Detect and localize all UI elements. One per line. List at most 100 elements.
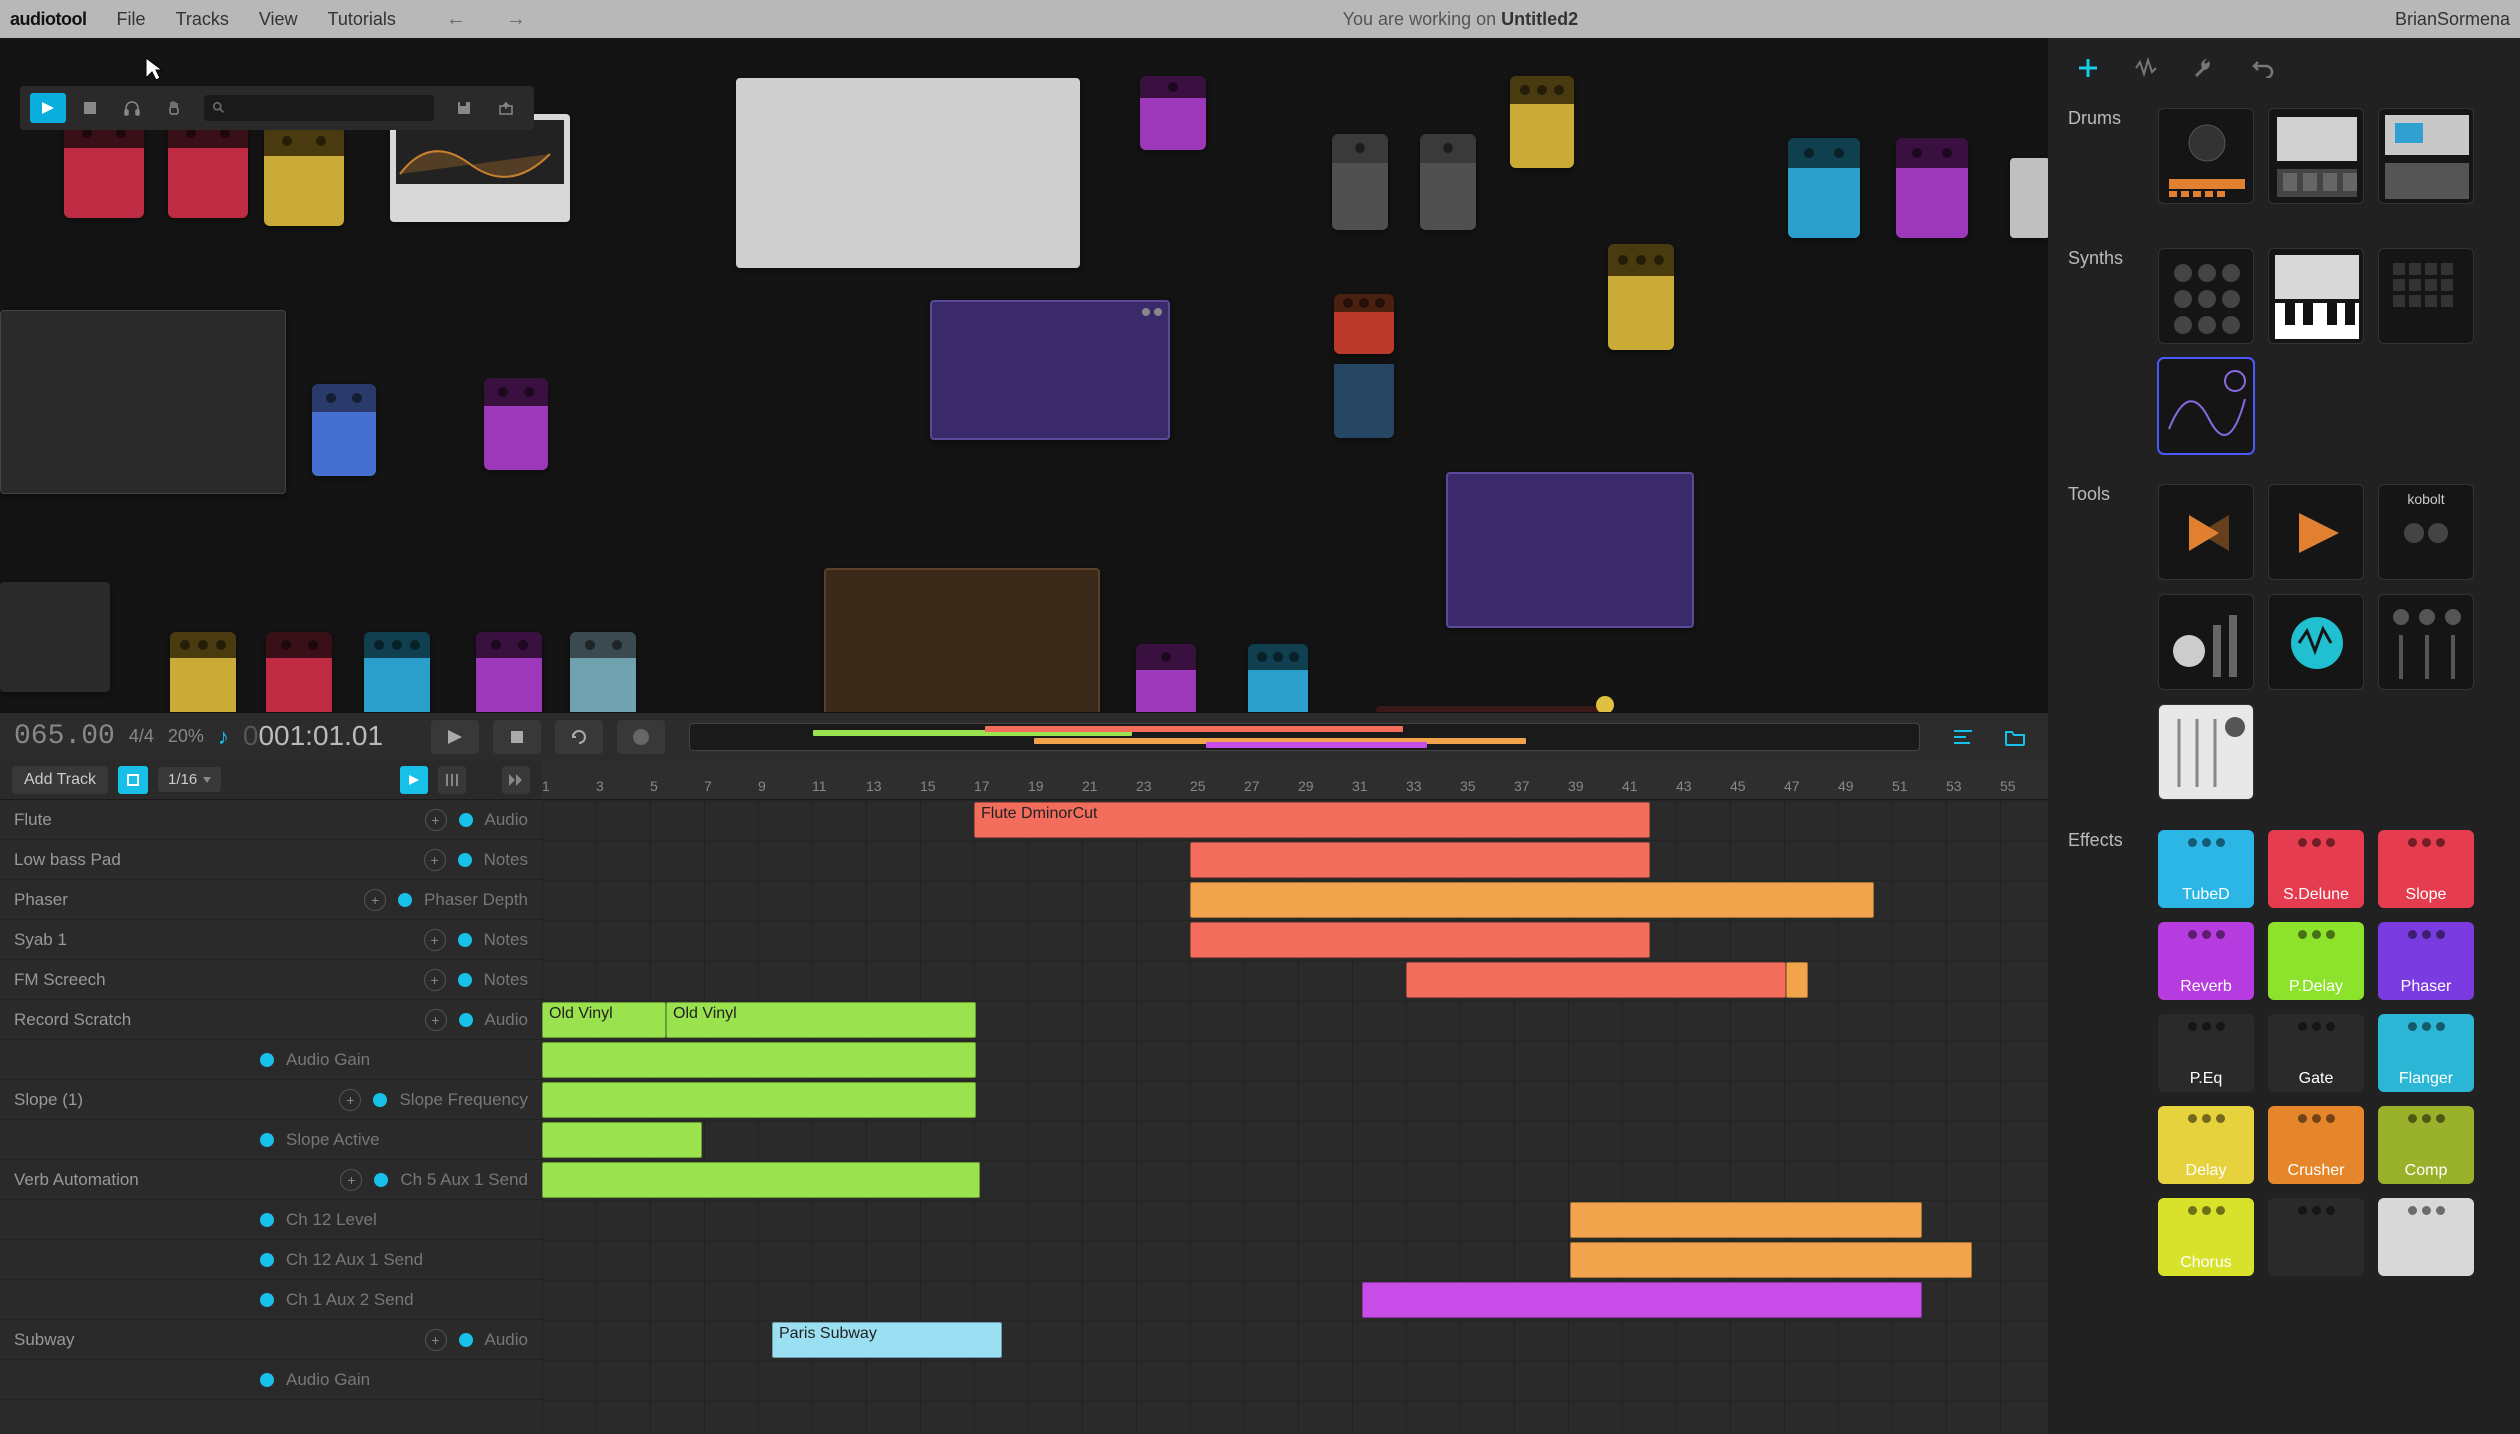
timeline-grid[interactable]: 1357911131517192123252729313335373941434…: [542, 760, 2048, 1434]
partial-device[interactable]: [0, 582, 110, 692]
add-automation-icon[interactable]: +: [424, 929, 446, 951]
track-play-icon[interactable]: [400, 766, 428, 794]
timeline-clip[interactable]: [542, 1162, 980, 1198]
timeline-clip[interactable]: [1190, 882, 1874, 918]
synth-thumb[interactable]: [2158, 248, 2254, 344]
timeline-clip[interactable]: [542, 1082, 976, 1118]
pedal-device[interactable]: [1788, 138, 1860, 238]
add-automation-icon[interactable]: +: [364, 889, 386, 911]
effect-pedal-thumb[interactable]: TubeD: [2158, 830, 2254, 908]
track-enable-dot[interactable]: [459, 1333, 473, 1347]
hand-tool-icon[interactable]: [156, 93, 192, 123]
track-param-label[interactable]: Audio: [485, 1010, 528, 1030]
track-param-label[interactable]: Slope Frequency: [399, 1090, 528, 1110]
track-enable-dot[interactable]: [260, 1133, 274, 1147]
track-param-label[interactable]: Audio Gain: [286, 1370, 370, 1390]
wrench-icon[interactable]: [2188, 52, 2220, 84]
tool-thumb[interactable]: [2158, 484, 2254, 580]
add-automation-icon[interactable]: +: [424, 969, 446, 991]
effect-pedal-thumb[interactable]: P.Delay: [2268, 922, 2364, 1000]
bpm-display[interactable]: 065.00: [14, 721, 115, 752]
track-enable-dot[interactable]: [373, 1093, 387, 1107]
track-enable-dot[interactable]: [458, 933, 472, 947]
track-param-label[interactable]: Audio Gain: [286, 1050, 370, 1070]
track-header-row[interactable]: FM Screech+Notes: [0, 960, 542, 1000]
add-automation-icon[interactable]: +: [425, 809, 447, 831]
effect-pedal-thumb[interactable]: Gate: [2268, 1014, 2364, 1092]
output-device[interactable]: [1376, 706, 1606, 712]
track-param-label[interactable]: Ch 5 Aux 1 Send: [400, 1170, 528, 1190]
timeline-clip[interactable]: [1190, 922, 1650, 958]
tool-thumb[interactable]: [2378, 594, 2474, 690]
track-enable-dot[interactable]: [459, 813, 473, 827]
track-param-label[interactable]: Ch 12 Aux 1 Send: [286, 1250, 423, 1270]
effect-pedal-thumb[interactable]: S.Delune: [2268, 830, 2364, 908]
nav-forward-icon[interactable]: →: [506, 8, 526, 31]
track-header-row[interactable]: Low bass Pad+Notes: [0, 840, 542, 880]
waveform-tab-icon[interactable]: [2130, 52, 2162, 84]
timeline-clip[interactable]: [542, 1122, 702, 1158]
stop-button[interactable]: [493, 720, 541, 754]
pedal-device[interactable]: [266, 632, 332, 712]
pedal-device[interactable]: [312, 384, 376, 476]
track-enable-dot[interactable]: [398, 893, 412, 907]
track-enable-dot[interactable]: [260, 1213, 274, 1227]
track-param-label[interactable]: Phaser Depth: [424, 890, 528, 910]
timeline-ruler[interactable]: 1357911131517192123252729313335373941434…: [542, 760, 2048, 800]
tool-thumb[interactable]: [2158, 594, 2254, 690]
track-header-row[interactable]: Ch 12 Level: [0, 1200, 542, 1240]
drum-machine-thumb[interactable]: [2378, 108, 2474, 204]
skip-forward-icon[interactable]: [502, 766, 530, 794]
pedal-device[interactable]: [476, 632, 542, 712]
drum-machine-thumb[interactable]: [2268, 108, 2364, 204]
effect-pedal-thumb[interactable]: Phaser: [2378, 922, 2474, 1000]
track-header-row[interactable]: Audio Gain: [0, 1040, 542, 1080]
track-header-row[interactable]: Slope Active: [0, 1120, 542, 1160]
time-position[interactable]: 0001:01.01: [243, 720, 383, 754]
pedal-device[interactable]: [1140, 76, 1206, 150]
add-automation-icon[interactable]: +: [425, 1329, 447, 1351]
timeline-clip[interactable]: [1190, 842, 1650, 878]
add-device-icon[interactable]: [2072, 52, 2104, 84]
save-icon[interactable]: [446, 93, 482, 123]
track-header-row[interactable]: Audio Gain: [0, 1360, 542, 1400]
track-param-label[interactable]: Audio: [485, 1330, 528, 1350]
synth-thumb[interactable]: [2378, 248, 2474, 344]
timeline-clip[interactable]: Flute DminorCut: [974, 802, 1650, 838]
menu-file[interactable]: File: [116, 9, 145, 30]
add-automation-icon[interactable]: +: [425, 1009, 447, 1031]
effect-pedal-thumb[interactable]: Comp: [2378, 1106, 2474, 1184]
timeline-clip[interactable]: [1786, 962, 1808, 998]
effect-pedal-thumb[interactable]: Flanger: [2378, 1014, 2474, 1092]
track-enable-dot[interactable]: [459, 1013, 473, 1027]
track-header-row[interactable]: Syab 1+Notes: [0, 920, 542, 960]
timeline-view-icon[interactable]: [1944, 720, 1982, 754]
track-header-row[interactable]: Verb Automation+Ch 5 Aux 1 Send: [0, 1160, 542, 1200]
drum-machine-thumb[interactable]: [2158, 108, 2254, 204]
waveform-device[interactable]: [390, 114, 570, 222]
screen-device[interactable]: [1446, 472, 1694, 628]
tool-thumb[interactable]: [2158, 704, 2254, 800]
add-automation-icon[interactable]: +: [339, 1089, 361, 1111]
add-automation-icon[interactable]: +: [424, 849, 446, 871]
synth-device[interactable]: [0, 310, 286, 494]
effect-pedal-thumb[interactable]: Crusher: [2268, 1106, 2364, 1184]
timeline-clip[interactable]: [1570, 1202, 1922, 1238]
effect-pedal-thumb[interactable]: Slope: [2378, 830, 2474, 908]
timeline-clip[interactable]: Paris Subway: [772, 1322, 1002, 1358]
pedal-device[interactable]: [1334, 294, 1394, 354]
studio-canvas[interactable]: /*drawn visually*/: [0, 38, 2048, 712]
synth-thumb[interactable]: [2268, 248, 2364, 344]
track-enable-dot[interactable]: [260, 1053, 274, 1067]
effect-pedal-thumb[interactable]: Delay: [2158, 1106, 2254, 1184]
mixer-device[interactable]: /*drawn visually*/: [736, 78, 1080, 268]
timeline-clip[interactable]: [1362, 1282, 1922, 1318]
effect-pedal-thumb[interactable]: [2378, 1198, 2474, 1276]
add-automation-icon[interactable]: +: [340, 1169, 362, 1191]
pedal-device[interactable]: [1136, 644, 1196, 712]
timeline-scrubber[interactable]: [689, 723, 1920, 751]
pedal-device[interactable]: [168, 118, 248, 218]
track-header-row[interactable]: Ch 12 Aux 1 Send: [0, 1240, 542, 1280]
track-param-label[interactable]: Ch 12 Level: [286, 1210, 377, 1230]
add-track-button[interactable]: Add Track: [12, 766, 108, 794]
